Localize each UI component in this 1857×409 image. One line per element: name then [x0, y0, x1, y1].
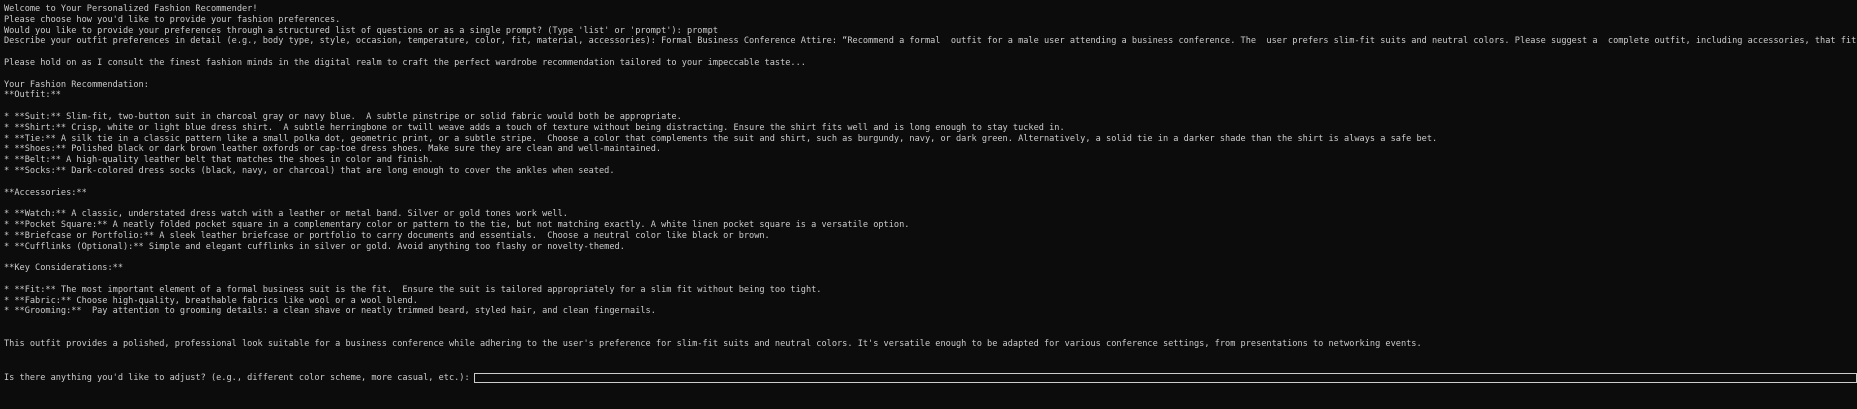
- list-item: * **Shirt:** Crisp, white or light blue …: [4, 122, 1065, 133]
- list-item: * **Watch:** A classic, understated dres…: [4, 209, 568, 220]
- list-item: * **Belt:** A high-quality leather belt …: [4, 155, 434, 166]
- list-item: * **Grooming:** Pay attention to groomin…: [4, 306, 656, 317]
- accessories-list: * **Watch:** A classic, understated dres…: [4, 209, 1857, 252]
- list-item: * **Tie:** A silk tie in a classic patte…: [4, 133, 1438, 144]
- considerations-list: * **Fit:** The most important element of…: [4, 285, 1857, 317]
- list-item: * **Socks:** Dark-colored dress socks (b…: [4, 165, 615, 176]
- method-prompt-line: Would you like to provide your preferenc…: [4, 25, 718, 36]
- adjust-prompt-label: Is there anything you'd like to adjust? …: [4, 372, 470, 383]
- welcome-line: Welcome to Your Personalized Fashion Rec…: [4, 4, 258, 14]
- considerations-heading: **Key Considerations:**: [4, 263, 123, 274]
- outfit-list: * **Suit:** Slim-fit, two-button suit in…: [4, 112, 1857, 177]
- summary-line: This outfit provides a polished, profess…: [4, 338, 1422, 349]
- accessories-heading: **Accessories:**: [4, 187, 87, 198]
- list-item: * **Shoes:** Polished black or dark brow…: [4, 144, 662, 155]
- choose-line: Please choose how you'd like to provide …: [4, 14, 341, 25]
- list-item: * **Cufflinks (Optional):** Simple and e…: [4, 241, 625, 252]
- outfit-heading: **Outfit:**: [4, 90, 61, 101]
- adjust-input[interactable]: [473, 373, 1857, 384]
- list-item: * **Fabric:** Choose high-quality, breat…: [4, 295, 418, 306]
- list-item: * **Briefcase or Portfolio:** A sleek le…: [4, 230, 770, 241]
- list-item: * **Fit:** The most important element of…: [4, 284, 822, 295]
- hold-on-line: Please hold on as I consult the finest f…: [4, 57, 806, 68]
- recommendation-heading: Your Fashion Recommendation:: [4, 79, 149, 90]
- describe-prompt-line: Describe your outfit preferences in deta…: [4, 36, 1857, 47]
- list-item: * **Pocket Square:** A neatly folded poc…: [4, 219, 910, 230]
- adjust-prompt-row: Is there anything you'd like to adjust? …: [4, 372, 1857, 384]
- list-item: * **Suit:** Slim-fit, two-button suit in…: [4, 111, 682, 122]
- terminal-window: Welcome to Your Personalized Fashion Rec…: [0, 0, 1857, 409]
